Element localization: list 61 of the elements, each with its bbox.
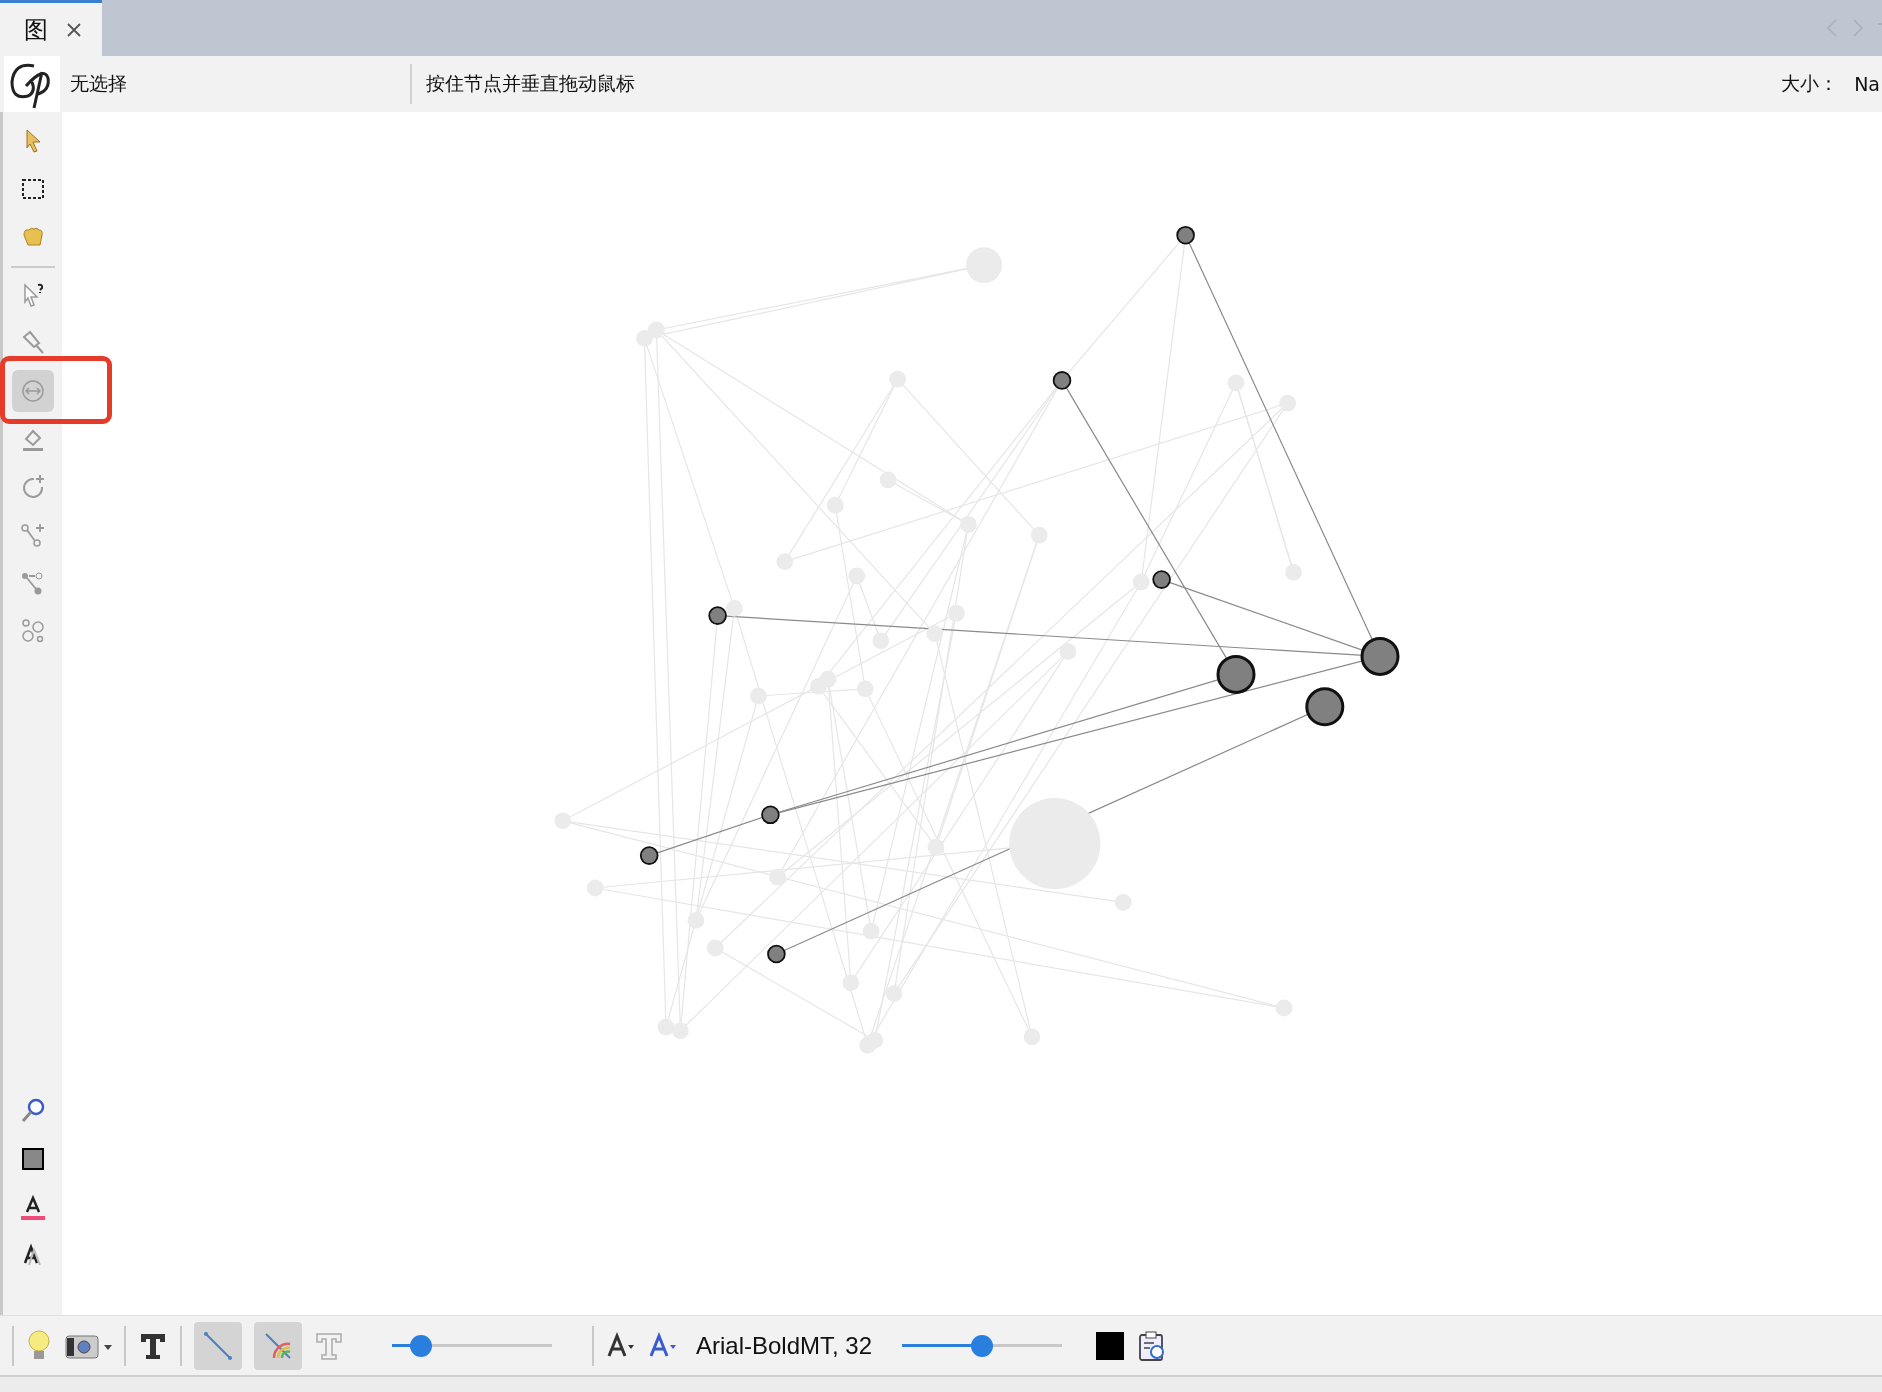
- graph-node[interactable]: [889, 370, 906, 388]
- slider-thumb[interactable]: [409, 1334, 432, 1357]
- font-name[interactable]: Arial-BoldMT, 32: [696, 1331, 873, 1360]
- outline-text-icon[interactable]: [314, 1330, 344, 1361]
- graph-node[interactable]: [769, 868, 786, 886]
- graph-tab[interactable]: 图: [0, 0, 102, 56]
- graph-node[interactable]: [927, 838, 945, 856]
- graph-node[interactable]: [960, 516, 977, 533]
- graph-node[interactable]: [1227, 374, 1245, 392]
- graph-node[interactable]: [872, 632, 890, 650]
- graph-node[interactable]: [1216, 654, 1256, 694]
- graph-node[interactable]: [948, 604, 965, 622]
- slider-thumb[interactable]: [971, 1334, 994, 1357]
- logo-icon: [4, 56, 60, 112]
- graph-node[interactable]: [706, 939, 724, 957]
- graph-node[interactable]: [810, 678, 827, 695]
- color-swatch[interactable]: [1096, 1331, 1125, 1360]
- graph-node[interactable]: [966, 247, 1002, 284]
- graph-node[interactable]: [885, 985, 903, 1002]
- selection-status: 无选择: [69, 71, 128, 96]
- graph-node[interactable]: [726, 600, 743, 617]
- graph-node[interactable]: [862, 922, 880, 940]
- graph-node[interactable]: [926, 625, 944, 642]
- graph-node[interactable]: [639, 846, 659, 865]
- graph-node[interactable]: [657, 1018, 675, 1036]
- size-value: Na: [1854, 73, 1880, 95]
- graph-node[interactable]: [848, 567, 866, 585]
- graph-node[interactable]: [767, 944, 786, 964]
- graph-node[interactable]: [856, 680, 874, 698]
- graph-node[interactable]: [842, 974, 860, 992]
- graph-node[interactable]: [1176, 225, 1195, 245]
- graph-node[interactable]: [1059, 643, 1077, 660]
- graph-node[interactable]: [554, 812, 572, 830]
- graph-node[interactable]: [826, 496, 844, 514]
- graph-node[interactable]: [1023, 1028, 1041, 1046]
- graph-node[interactable]: [1132, 573, 1150, 591]
- graph-node[interactable]: [776, 553, 794, 570]
- graph-node[interactable]: [750, 687, 767, 705]
- text-color-icon[interactable]: [18, 1193, 47, 1221]
- graph-node[interactable]: [866, 1032, 884, 1049]
- graph-node[interactable]: [1360, 636, 1400, 676]
- edge-toggle-button[interactable]: [194, 1321, 242, 1370]
- graph-node[interactable]: [636, 330, 653, 347]
- graph-node[interactable]: [648, 321, 665, 339]
- graph-node[interactable]: [1009, 798, 1101, 890]
- graph-node[interactable]: [1285, 564, 1302, 581]
- edge-toggle-button[interactable]: [254, 1321, 302, 1370]
- tool-hint: 按住节点并垂直拖动鼠标: [425, 71, 636, 96]
- graph-node[interactable]: [1275, 999, 1293, 1017]
- size-label: 大小：: [1781, 71, 1839, 96]
- graph-node[interactable]: [1052, 371, 1072, 390]
- graph-node[interactable]: [687, 912, 705, 929]
- add-edge-icon[interactable]: [18, 521, 47, 549]
- graph-node[interactable]: [1030, 526, 1048, 544]
- graph-node[interactable]: [761, 805, 780, 825]
- graph-node[interactable]: [1152, 570, 1171, 589]
- graph-node[interactable]: [879, 471, 897, 489]
- graph-node[interactable]: [1279, 394, 1296, 412]
- graph-node[interactable]: [708, 606, 727, 625]
- graph-node[interactable]: [1305, 687, 1345, 727]
- close-icon[interactable]: [66, 21, 82, 38]
